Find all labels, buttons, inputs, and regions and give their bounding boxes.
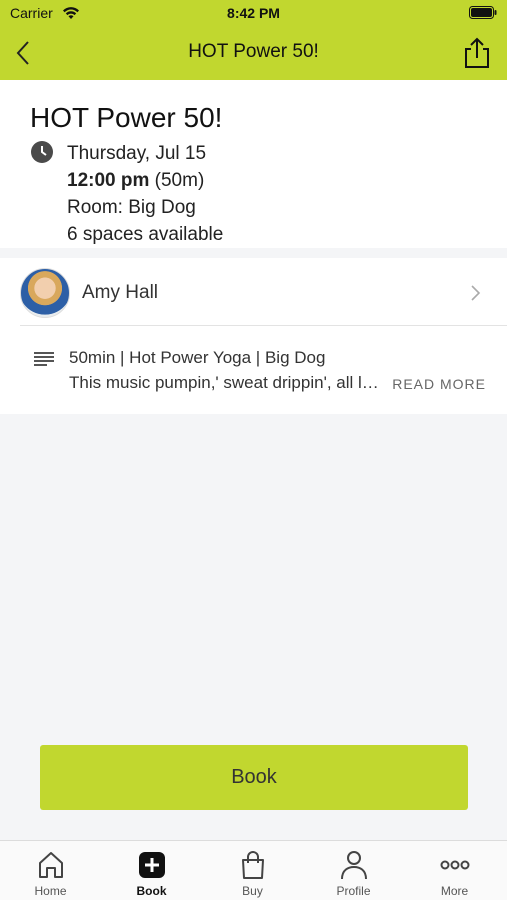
class-room: Room: Big Dog (67, 197, 196, 218)
share-icon[interactable] (461, 36, 493, 70)
chevron-right-icon (471, 285, 481, 301)
tab-bar: Home Book Buy Profile More (0, 840, 507, 900)
class-header: HOT Power 50! Thursday, Jul 15 12:00 pm … (0, 80, 507, 248)
tab-home[interactable]: Home (0, 841, 101, 900)
tab-label: Book (136, 884, 167, 898)
description-title: 50min | Hot Power Yoga | Big Dog (69, 348, 326, 367)
tab-label: Home (34, 884, 67, 898)
class-details: Amy Hall 50min | Hot Power Yoga | Big Do… (0, 258, 507, 414)
home-icon (39, 852, 63, 878)
clock-icon (31, 141, 53, 163)
tab-label: Profile (336, 884, 371, 898)
class-title: HOT Power 50! (30, 102, 223, 133)
description-text: This music pumpin,' sweat drippin', all … (69, 373, 379, 392)
top-bar: Carrier 8:42 PM HOT Power 50! (0, 0, 507, 80)
divider (20, 325, 507, 326)
book-button[interactable]: Book (40, 745, 468, 810)
class-spaces: 6 spaces available (67, 224, 224, 245)
status-bar: Carrier 8:42 PM (0, 0, 507, 28)
tab-profile[interactable]: Profile (303, 841, 404, 900)
battery-icon (469, 6, 497, 19)
plus-square-icon (139, 852, 165, 878)
tab-more[interactable]: More (404, 841, 505, 900)
instructor-name: Amy Hall (82, 282, 159, 303)
more-dots-icon (440, 860, 470, 870)
person-icon (341, 851, 367, 880)
tab-buy[interactable]: Buy (202, 841, 303, 900)
nav-bar: HOT Power 50! (0, 30, 507, 78)
tab-label: More (440, 884, 469, 898)
class-time: 12:00 pm (67, 170, 150, 191)
status-time: 8:42 PM (227, 5, 280, 21)
read-more-link[interactable]: READ MORE (392, 376, 486, 392)
description-lines-icon (34, 352, 54, 366)
tab-book[interactable]: Book (101, 841, 202, 900)
class-duration: (50m) (154, 170, 205, 191)
nav-title: HOT Power 50! (188, 41, 319, 62)
shopping-bag-icon (242, 851, 264, 879)
class-time-line: 12:00 pm (50m) (67, 170, 204, 192)
class-date: Thursday, Jul 15 (67, 143, 207, 164)
avatar (20, 268, 70, 318)
tab-label: Buy (242, 884, 263, 898)
